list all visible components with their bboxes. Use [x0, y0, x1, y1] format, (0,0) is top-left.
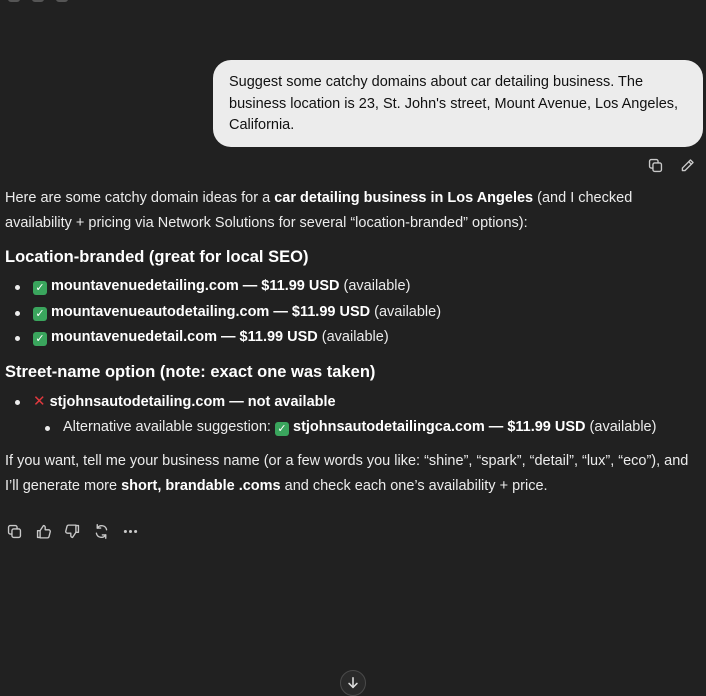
domain-status: (available)	[374, 303, 442, 320]
intro-bold: car detailing business in Los Angeles	[274, 190, 534, 206]
alt-label: Alternative available suggestion:	[63, 419, 275, 435]
domain-name: stjohnsautodetailingca.com	[293, 419, 485, 435]
more-icon[interactable]	[121, 522, 139, 540]
assistant-message: Here are some catchy domain ideas for a …	[5, 186, 695, 499]
intro-text: Here are some catchy domain ideas for a	[5, 190, 275, 206]
domain-name: mountavenuedetail.com	[51, 329, 217, 345]
outro-text-end: and check each one’s availability + pric…	[280, 477, 548, 494]
thumbs-up-icon[interactable]	[34, 522, 52, 540]
assistant-outro: If you want, tell me your business name …	[5, 449, 695, 499]
domain-name: stjohnsautodetailing.com	[49, 393, 226, 410]
copy-icon[interactable]	[5, 522, 23, 540]
domain-status: not available	[247, 393, 336, 410]
cross-icon: ✕	[33, 392, 46, 410]
outro-bold: short, brandable .coms	[121, 477, 281, 494]
checkmark-icon: ✓	[33, 281, 47, 295]
list-item: ✓ mountavenuedetailing.com — $11.99 USD (…	[15, 274, 695, 300]
location-domain-list: ✓ mountavenuedetailing.com — $11.99 USD (…	[5, 274, 695, 351]
checkmark-icon: ✓	[33, 306, 47, 321]
user-message-bubble: Suggest some catchy domains about car de…	[213, 60, 703, 147]
domain-status: (available)	[589, 419, 657, 435]
street-domain-list: ✕ stjohnsautodetailing.com — not availabl…	[5, 389, 695, 441]
list-item: ✓ mountavenuedetail.com — $11.99 USD (ava…	[15, 325, 695, 351]
domain-price: $11.99 USD	[239, 329, 318, 345]
regenerate-icon[interactable]	[92, 522, 110, 540]
domain-name: mountavenuedetailing.com	[51, 278, 239, 294]
user-message-actions	[646, 156, 696, 174]
assistant-message-actions	[5, 522, 139, 540]
copy-icon[interactable]	[646, 156, 664, 174]
assistant-intro: Here are some catchy domain ideas for a …	[5, 186, 695, 236]
nested-list: Alternative available suggestion: ✓ stjoh…	[33, 415, 695, 441]
domain-price: $11.99 USD	[291, 303, 371, 320]
user-message-text: Suggest some catchy domains about car de…	[229, 74, 679, 133]
list-item: ✓ mountavenueautodetailing.com — $11.99 U…	[15, 300, 695, 326]
checkmark-icon: ✓	[275, 422, 289, 436]
domain-price: $11.99 USD	[507, 419, 586, 435]
checkmark-icon: ✓	[33, 332, 47, 346]
domain-price: $11.99 USD	[261, 278, 340, 294]
arrow-down-icon	[348, 676, 358, 689]
section-heading-street: Street-name option (note: exact one was …	[5, 362, 376, 381]
section-heading-location: Location-branded (great for local SEO)	[5, 248, 309, 266]
thumbs-down-icon[interactable]	[63, 522, 81, 540]
domain-status: (available)	[343, 278, 411, 294]
edit-icon[interactable]	[678, 156, 696, 174]
top-toolbar-fragment	[8, 0, 68, 2]
domain-status: (available)	[321, 329, 389, 345]
list-item: Alternative available suggestion: ✓ stjoh…	[45, 415, 695, 441]
scroll-down-button[interactable]	[340, 670, 366, 696]
domain-name: mountavenueautodetailing.com	[51, 303, 270, 320]
list-item: ✕ stjohnsautodetailing.com — not availabl…	[15, 389, 695, 441]
